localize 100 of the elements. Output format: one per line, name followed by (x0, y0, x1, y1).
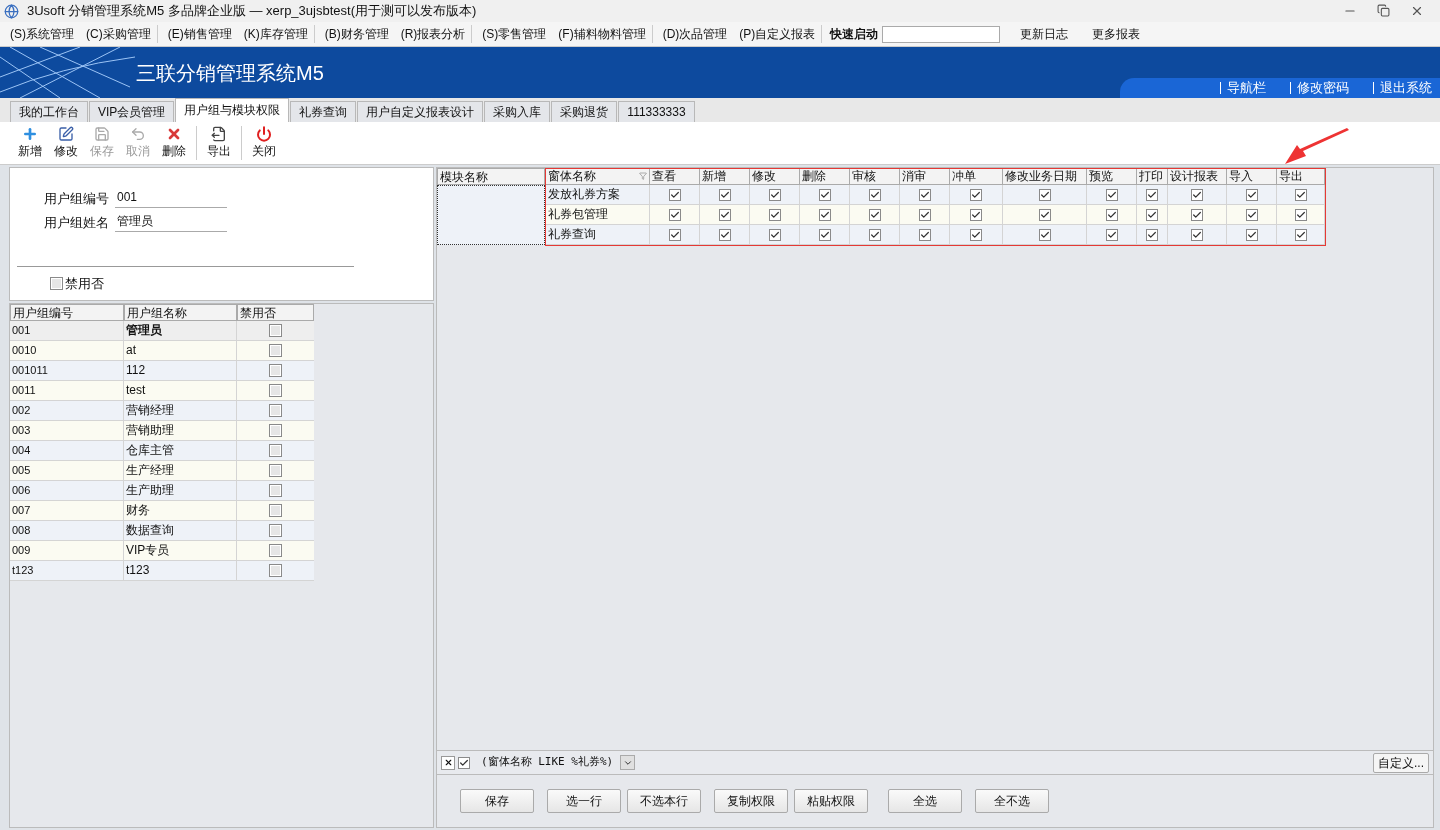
checkbox[interactable] (269, 324, 282, 337)
table-row[interactable]: 008 数据查询 (10, 521, 314, 541)
menu-item[interactable]: (S)零售管理 (476, 25, 553, 43)
table-row[interactable]: 007 财务 (10, 501, 314, 521)
checkbox[interactable] (269, 564, 282, 577)
menu-item[interactable]: (E)销售管理 (161, 25, 238, 43)
column-header[interactable]: 冲单 (950, 169, 1003, 185)
action-button[interactable]: 全选 (888, 789, 962, 813)
tab[interactable]: 用户自定义报表设计 (357, 101, 484, 122)
column-header[interactable]: 消审 (900, 169, 950, 185)
column-header[interactable]: 查看 (650, 169, 700, 185)
table-row[interactable]: 006 生产助理 (10, 481, 314, 501)
column-header[interactable]: 预览 (1087, 169, 1137, 185)
banner-link[interactable]: 导航栏 (1220, 82, 1266, 94)
checkbox[interactable] (269, 544, 282, 557)
checkbox[interactable] (868, 228, 881, 241)
action-button[interactable]: 保存 (460, 789, 534, 813)
tab[interactable]: 采购退货 (551, 101, 618, 122)
menu-item[interactable]: (S)系统管理 (4, 25, 80, 43)
column-header[interactable]: 导出 (1277, 169, 1325, 185)
checkbox[interactable] (668, 208, 681, 221)
checkbox[interactable] (1105, 228, 1118, 241)
checkbox[interactable] (970, 188, 982, 201)
column-header[interactable]: 导入 (1227, 169, 1277, 185)
column-header[interactable]: 打印 (1137, 169, 1168, 185)
checkbox[interactable] (718, 228, 731, 241)
checkbox[interactable] (718, 208, 731, 221)
checkbox[interactable] (269, 424, 282, 437)
checkbox[interactable] (50, 277, 63, 291)
customize-button[interactable]: 自定义... (1373, 752, 1429, 773)
menu-link[interactable]: 更新日志 (1016, 25, 1073, 43)
table-row[interactable]: 0011 test (10, 381, 314, 401)
toolbar-button[interactable]: 修改 (48, 126, 84, 160)
checkbox[interactable] (1191, 208, 1203, 221)
checkbox[interactable] (1146, 228, 1158, 241)
tab[interactable]: 礼券查询 (290, 101, 357, 122)
checkbox[interactable] (1294, 188, 1307, 201)
checkbox[interactable] (269, 444, 282, 457)
checkbox[interactable] (668, 188, 681, 201)
checkbox[interactable] (818, 208, 831, 221)
column-header[interactable]: 用户组名称 (124, 304, 237, 321)
table-row[interactable]: 001011 112 (10, 361, 314, 381)
checkbox[interactable] (269, 404, 282, 417)
action-button[interactable]: 不选本行 (627, 789, 701, 813)
restore-icon[interactable] (1377, 4, 1390, 17)
checkbox[interactable] (768, 208, 781, 221)
table-row[interactable]: 003 营销助理 (10, 421, 314, 441)
table-row[interactable]: 002 营销经理 (10, 401, 314, 421)
column-header[interactable]: 审核 (850, 169, 900, 185)
input-field[interactable]: 管理员 (115, 212, 227, 232)
close-icon[interactable] (1410, 4, 1424, 18)
checkbox[interactable] (1038, 228, 1051, 241)
checkbox[interactable] (718, 188, 731, 201)
checkbox[interactable] (1294, 208, 1307, 221)
checkbox[interactable] (868, 188, 881, 201)
checkbox[interactable] (970, 208, 982, 221)
action-button[interactable]: 选一行 (547, 789, 621, 813)
checkbox[interactable] (1105, 208, 1118, 221)
toolbar-button[interactable]: 新增 (12, 126, 48, 160)
menu-item[interactable]: (K)库存管理 (237, 25, 315, 43)
table-row[interactable]: 0010 at (10, 341, 314, 361)
checkbox[interactable] (1146, 188, 1158, 201)
menu-link[interactable]: 更多报表 (1088, 25, 1145, 43)
tab[interactable]: 我的工作台 (10, 101, 88, 122)
checkbox[interactable] (768, 188, 781, 201)
tab[interactable]: 用户组与模块权限 (175, 98, 290, 122)
table-row[interactable]: 009 VIP专员 (10, 541, 314, 561)
menu-item[interactable]: (B)财务管理 (318, 25, 395, 43)
checkbox[interactable] (1294, 228, 1307, 241)
banner-link[interactable]: 退出系统 (1373, 82, 1432, 94)
checkbox[interactable] (868, 208, 881, 221)
column-header[interactable]: 用户组编号 (10, 304, 124, 321)
checkbox[interactable] (1146, 208, 1158, 221)
checkbox[interactable] (458, 756, 470, 769)
quick-launch-field[interactable] (882, 25, 1001, 43)
checkbox[interactable] (269, 484, 282, 497)
checkbox[interactable] (818, 188, 831, 201)
checkbox[interactable] (970, 228, 982, 241)
checkbox[interactable] (818, 228, 831, 241)
column-header[interactable]: 新增 (700, 169, 750, 185)
action-button[interactable]: 粘贴权限 (794, 789, 868, 813)
checkbox[interactable] (1245, 228, 1258, 241)
column-header[interactable]: 删除 (800, 169, 850, 185)
menu-item[interactable]: (D)次品管理 (656, 25, 734, 43)
table-row[interactable]: 004 仓库主管 (10, 441, 314, 461)
action-button[interactable]: 复制权限 (714, 789, 788, 813)
action-button[interactable]: 全不选 (975, 789, 1049, 813)
tab[interactable]: VIP会员管理 (89, 101, 175, 122)
column-header[interactable]: 禁用否 (237, 304, 314, 321)
toolbar-button[interactable]: 删除 (156, 126, 192, 160)
tab[interactable]: 采购入库 (484, 101, 551, 122)
tab[interactable]: 111333333 (618, 101, 695, 122)
checkbox[interactable] (1038, 188, 1051, 201)
banner-link[interactable]: 修改密码 (1290, 82, 1349, 94)
menu-item[interactable]: (C)采购管理 (80, 25, 158, 43)
checkbox[interactable] (1245, 188, 1258, 201)
input-field[interactable]: 001 (115, 188, 227, 208)
menu-item[interactable]: (P)自定义报表 (733, 25, 823, 43)
checkbox[interactable] (1191, 228, 1203, 241)
checkbox[interactable] (269, 364, 282, 377)
